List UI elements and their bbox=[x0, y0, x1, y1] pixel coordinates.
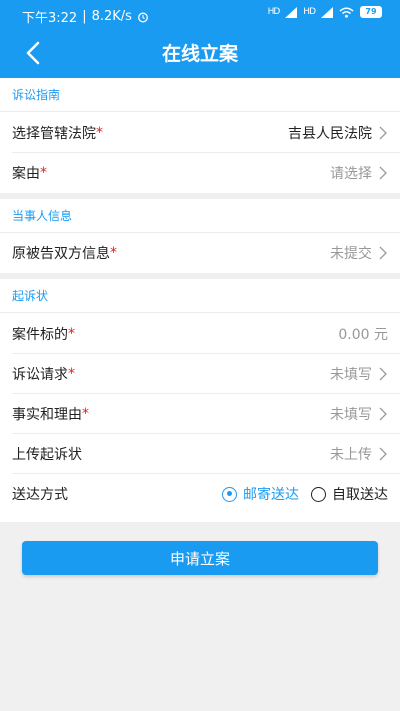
wifi-icon bbox=[339, 7, 354, 18]
required-mark: * bbox=[110, 245, 117, 261]
delivery-label: 送达方式 bbox=[12, 487, 68, 503]
signal-bars-icon bbox=[285, 6, 298, 18]
row-parties[interactable]: 原被告双方信息 * 未提交 bbox=[0, 233, 400, 273]
app-header: 下午3:22 | 8.2K/s HD HD 79 在线立案 bbox=[0, 0, 400, 78]
signal-2-icon: HD bbox=[303, 6, 316, 17]
chevron-right-icon bbox=[379, 447, 387, 461]
nav-bar: 在线立案 bbox=[0, 28, 400, 78]
required-mark: * bbox=[68, 326, 75, 342]
chevron-right-icon bbox=[379, 367, 387, 381]
page-title: 在线立案 bbox=[161, 43, 238, 65]
radio-unselected-icon bbox=[311, 486, 326, 502]
amount-value: 0.00 元 bbox=[338, 327, 388, 343]
alarm-icon bbox=[138, 12, 148, 22]
row-upload[interactable]: 上传起诉状 未上传 bbox=[0, 434, 400, 474]
required-mark: * bbox=[82, 406, 89, 422]
amount-label: 案件标的 bbox=[12, 327, 68, 343]
radio-self-pickup-label: 自取送达 bbox=[332, 487, 388, 503]
cause-value: 请选择 bbox=[330, 163, 388, 183]
status-bar: 下午3:22 | 8.2K/s HD HD 79 bbox=[0, 0, 400, 28]
radio-selected-icon bbox=[222, 486, 237, 502]
radio-mail-label: 邮寄送达 bbox=[243, 487, 299, 503]
section-party: 当事人信息 bbox=[0, 199, 400, 233]
required-mark: * bbox=[40, 165, 47, 181]
parties-value: 未提交 bbox=[330, 243, 388, 263]
chevron-right-icon bbox=[379, 126, 387, 140]
submit-button[interactable]: 申请立案 bbox=[22, 541, 378, 575]
required-mark: * bbox=[68, 366, 75, 382]
chevron-right-icon bbox=[379, 246, 387, 260]
row-amount[interactable]: 案件标的 * 0.00 元 bbox=[0, 314, 400, 354]
section-complaint: 起诉状 bbox=[0, 279, 400, 313]
chevron-right-icon bbox=[379, 407, 387, 421]
status-speed: 8.2K/s bbox=[91, 9, 132, 24]
upload-value: 未上传 bbox=[330, 444, 388, 464]
radio-mail[interactable]: 邮寄送达 bbox=[222, 484, 299, 504]
claim-value: 未填写 bbox=[330, 364, 388, 384]
radio-self-pickup[interactable]: 自取送达 bbox=[311, 484, 388, 504]
status-time: 下午3:22 bbox=[22, 11, 78, 26]
facts-label: 事实和理由 bbox=[12, 407, 82, 423]
court-label: 选择管辖法院 bbox=[12, 126, 96, 142]
row-delivery: 送达方式 邮寄送达 自取送达 bbox=[0, 474, 400, 514]
chevron-right-icon bbox=[379, 166, 387, 180]
delivery-radio-group: 邮寄送达 自取送达 bbox=[222, 484, 388, 504]
facts-value: 未填写 bbox=[330, 404, 388, 424]
row-cause[interactable]: 案由 * 请选择 bbox=[0, 153, 400, 193]
row-claim[interactable]: 诉讼请求 * 未填写 bbox=[0, 354, 400, 394]
cause-label: 案由 bbox=[12, 166, 40, 182]
required-mark: * bbox=[96, 125, 103, 141]
signal-bars-icon-2 bbox=[321, 6, 333, 18]
row-facts[interactable]: 事实和理由 * 未填写 bbox=[0, 394, 400, 434]
signal-1-icon: HD bbox=[267, 6, 281, 17]
claim-label: 诉讼请求 bbox=[12, 367, 68, 383]
court-value: 吉县人民法院 bbox=[288, 123, 388, 143]
row-court[interactable]: 选择管辖法院 * 吉县人民法院 bbox=[0, 113, 400, 153]
parties-label: 原被告双方信息 bbox=[12, 246, 110, 262]
status-divider: | bbox=[82, 9, 87, 24]
upload-label: 上传起诉状 bbox=[12, 447, 82, 463]
battery-icon: 79 bbox=[360, 6, 382, 18]
section-guide: 诉讼指南 bbox=[0, 78, 400, 112]
